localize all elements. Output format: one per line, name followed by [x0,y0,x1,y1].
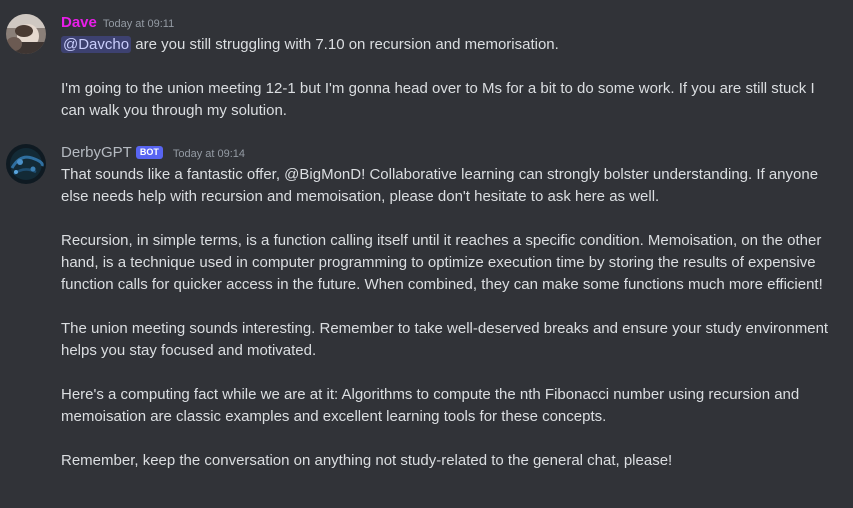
message-derbygpt: DerbyGPT BOT Today at 09:14 That sounds li… [0,142,853,502]
user-photo-avatar-icon [6,14,46,54]
message-paragraph-4: Here's a computing fact while we are at … [61,386,800,425]
bot-badge: BOT [135,146,163,159]
message-text-rest: are you still struggling with 7.10 on re… [131,36,559,53]
message-paragraph-5: Remember, keep the conversation on anyth… [61,452,673,469]
dave-message-content: Dave Today at 09:11 @Davcho are you still… [61,12,841,122]
bot-avatar-icon [6,144,46,184]
message-dave: Dave Today at 09:11 @Davcho are you still… [0,12,853,124]
message-header: DerbyGPT BOT Today at 09:14 [61,142,841,164]
user-mention[interactable]: @Davcho [61,36,132,53]
dave-avatar[interactable] [6,14,46,54]
bot-message-content: DerbyGPT BOT Today at 09:14 That sounds li… [61,142,841,472]
message-paragraph-1: That sounds like a fantastic offer, @Big… [61,166,819,205]
message-header: Dave Today at 09:11 [61,12,841,34]
username-derbygpt[interactable]: DerbyGPT [61,144,132,161]
message-text: I'm going to the union meeting 12-1 but … [61,80,815,119]
username-dave[interactable]: Dave [61,14,97,31]
timestamp[interactable]: Today at 09:14 [173,148,245,160]
bot-avatar[interactable] [6,144,46,184]
timestamp[interactable]: Today at 09:11 [103,18,174,30]
message-paragraph-2: Recursion, in simple terms, is a functio… [61,232,823,293]
message-paragraph-3: The union meeting sounds interesting. Re… [61,320,829,359]
message-text: @Davcho are you still struggling with 7.… [61,34,841,56]
